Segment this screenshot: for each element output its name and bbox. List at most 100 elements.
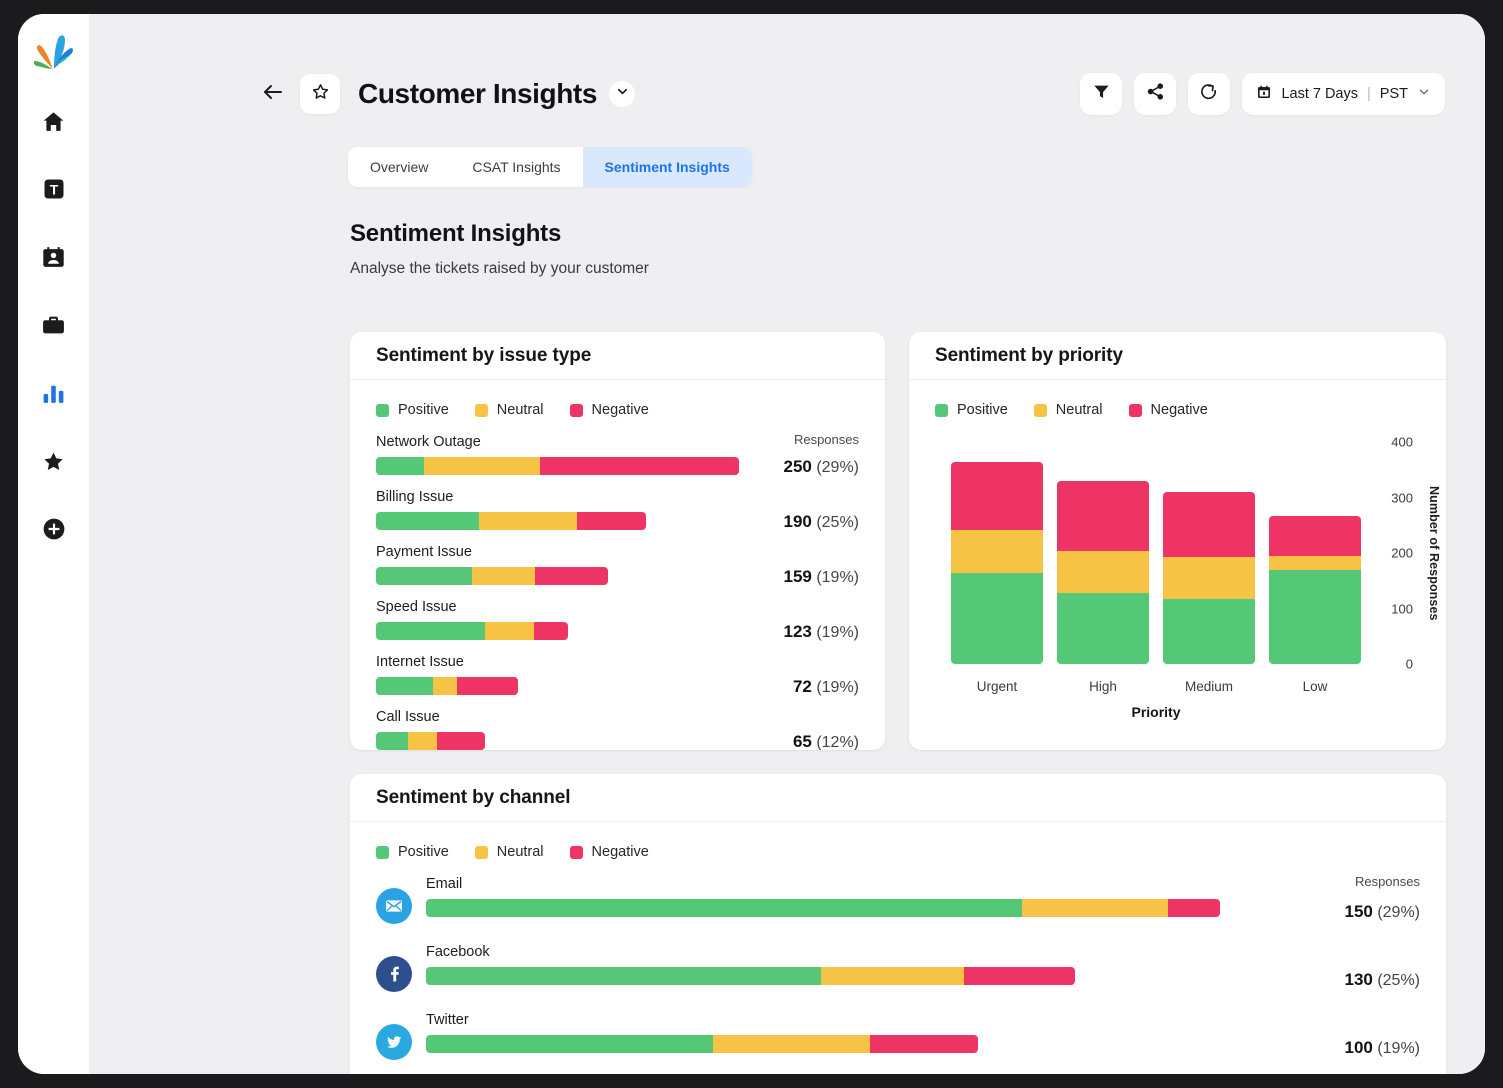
bar-row-percent: (19%) — [812, 569, 859, 586]
card-body: Positive Neutral Negative UrgentHighMedi… — [909, 380, 1446, 734]
bar-row-label: Speed Issue — [376, 599, 859, 615]
bar-segment-negative — [534, 622, 568, 640]
section-subtitle: Analyse the tickets raised by your custo… — [350, 260, 649, 278]
header-row: Customer Insights — [260, 70, 1445, 118]
main-content: Customer Insights — [90, 14, 1485, 1074]
stacked-bar — [376, 622, 568, 640]
sidebar-item-contacts[interactable] — [31, 234, 77, 280]
stacked-bar — [1057, 481, 1149, 664]
bar-segment-negative — [870, 1035, 978, 1053]
bar-segment-negative — [577, 512, 646, 530]
bar-row-value: 250 (29%) — [784, 457, 860, 477]
legend-item-negative: Negative — [570, 402, 649, 418]
legend-swatch-positive — [376, 846, 389, 859]
legend-swatch-positive — [935, 404, 948, 417]
sidebar-item-analytics[interactable] — [31, 370, 77, 416]
bar-segment-neutral — [472, 567, 535, 585]
bar-segment-positive — [426, 967, 821, 985]
channel-row-percent: (29%) — [1373, 904, 1420, 921]
sidebar-item-work[interactable] — [31, 302, 77, 348]
legend-label: Neutral — [497, 402, 544, 418]
bar-row-label: Internet Issue — [376, 654, 859, 670]
share-button[interactable] — [1134, 73, 1176, 115]
priority-bar-column: High — [1057, 442, 1149, 664]
bar-segment-negative — [437, 732, 485, 750]
email-icon — [376, 888, 412, 924]
y-axis-label-text: Number of Responses — [1427, 486, 1441, 621]
bar-row-total: 250 — [784, 457, 812, 476]
tab-bar: Overview CSAT Insights Sentiment Insight… — [348, 147, 752, 187]
sidebar-item-home[interactable] — [31, 98, 77, 144]
title-dropdown-button[interactable] — [609, 81, 635, 107]
bar-segment-neutral — [433, 677, 457, 695]
legend-label: Positive — [398, 402, 449, 418]
card-body: Positive Neutral Negative Responses Netw… — [350, 380, 885, 750]
channel-row-main: Twitter — [426, 1012, 1420, 1053]
legend-swatch-negative — [1129, 404, 1142, 417]
legend-item-positive: Positive — [376, 844, 449, 860]
date-range-label: Last 7 Days — [1281, 86, 1358, 102]
share-nodes-icon — [1146, 82, 1165, 106]
legend-label: Neutral — [497, 844, 544, 860]
bar-segment-positive — [951, 573, 1043, 664]
bar-segment-neutral — [1057, 551, 1149, 594]
tab-csat-insights[interactable]: CSAT Insights — [450, 147, 582, 187]
channel-row-value: 150 (29%) — [1345, 902, 1421, 922]
app-window: T — [18, 14, 1485, 1074]
bar-segment-positive — [376, 677, 433, 695]
legend: Positive Neutral Negative — [935, 402, 1420, 418]
star-outline-icon — [311, 82, 330, 106]
section-title: Sentiment Insights — [350, 220, 649, 248]
bar-segment-neutral — [821, 967, 964, 985]
priority-bar-column: Medium — [1163, 442, 1255, 664]
bar-segment-negative — [1168, 899, 1220, 917]
legend-label: Negative — [1151, 402, 1208, 418]
stacked-bar — [426, 1035, 978, 1053]
favorite-button[interactable] — [300, 74, 340, 114]
bar-segment-positive — [376, 512, 479, 530]
stacked-bar — [426, 967, 1075, 985]
legend-item-negative: Negative — [570, 844, 649, 860]
legend-swatch-positive — [376, 404, 389, 417]
x-tick-label: High — [1057, 679, 1149, 694]
channel-row-total: 150 — [1345, 902, 1373, 921]
issue-type-chart: Responses Network Outage250 (29%)Billing… — [376, 434, 859, 750]
bar-segment-positive — [376, 732, 408, 750]
bar-row-label: Network Outage — [376, 434, 859, 450]
sidebar-item-favorites[interactable] — [31, 438, 77, 484]
bar-row-total: 159 — [784, 567, 812, 586]
sidebar-item-text[interactable]: T — [31, 166, 77, 212]
card-header: Sentiment by issue type — [350, 332, 885, 380]
sprinklr-logo[interactable] — [31, 30, 77, 74]
bar-row: Billing Issue190 (25%) — [376, 489, 859, 530]
y-tick-label: 100 — [1391, 601, 1413, 616]
bar-segment-positive — [376, 622, 485, 640]
export-button[interactable] — [1188, 73, 1230, 115]
home-icon — [41, 109, 66, 134]
channel-name: Facebook — [426, 944, 1220, 960]
bar-segment-positive — [426, 899, 1022, 917]
bar-row-value: 123 (19%) — [784, 622, 860, 642]
channel-row-value: 130 (25%) — [1345, 970, 1421, 990]
legend-swatch-negative — [570, 404, 583, 417]
sidebar-item-add[interactable] — [31, 506, 77, 552]
bar-segment-negative — [1057, 481, 1149, 551]
channel-row-main: Facebook — [426, 944, 1420, 985]
back-button[interactable] — [260, 81, 286, 107]
bar-row-percent: (19%) — [812, 624, 859, 641]
tab-overview[interactable]: Overview — [348, 147, 450, 187]
bar-row-label: Billing Issue — [376, 489, 859, 505]
y-tick-label: 300 — [1391, 490, 1413, 505]
date-range-selector[interactable]: Last 7 Days | PST — [1242, 73, 1445, 115]
legend-label: Negative — [592, 402, 649, 418]
bar-segment-neutral — [1163, 557, 1255, 599]
bar-segment-positive — [426, 1035, 713, 1053]
tab-sentiment-insights[interactable]: Sentiment Insights — [583, 147, 752, 187]
bar-row-percent: (12%) — [812, 734, 859, 750]
filter-button[interactable] — [1080, 73, 1122, 115]
card-sentiment-by-channel: Sentiment by channel Positive Neutral Ne… — [350, 774, 1446, 1074]
bar-row: Network Outage 250 (29%) — [376, 434, 859, 475]
y-axis: 4003002001000 — [1375, 442, 1421, 664]
bar-row: Speed Issue 123 (19%) — [376, 599, 859, 640]
facebook-icon — [376, 956, 412, 992]
